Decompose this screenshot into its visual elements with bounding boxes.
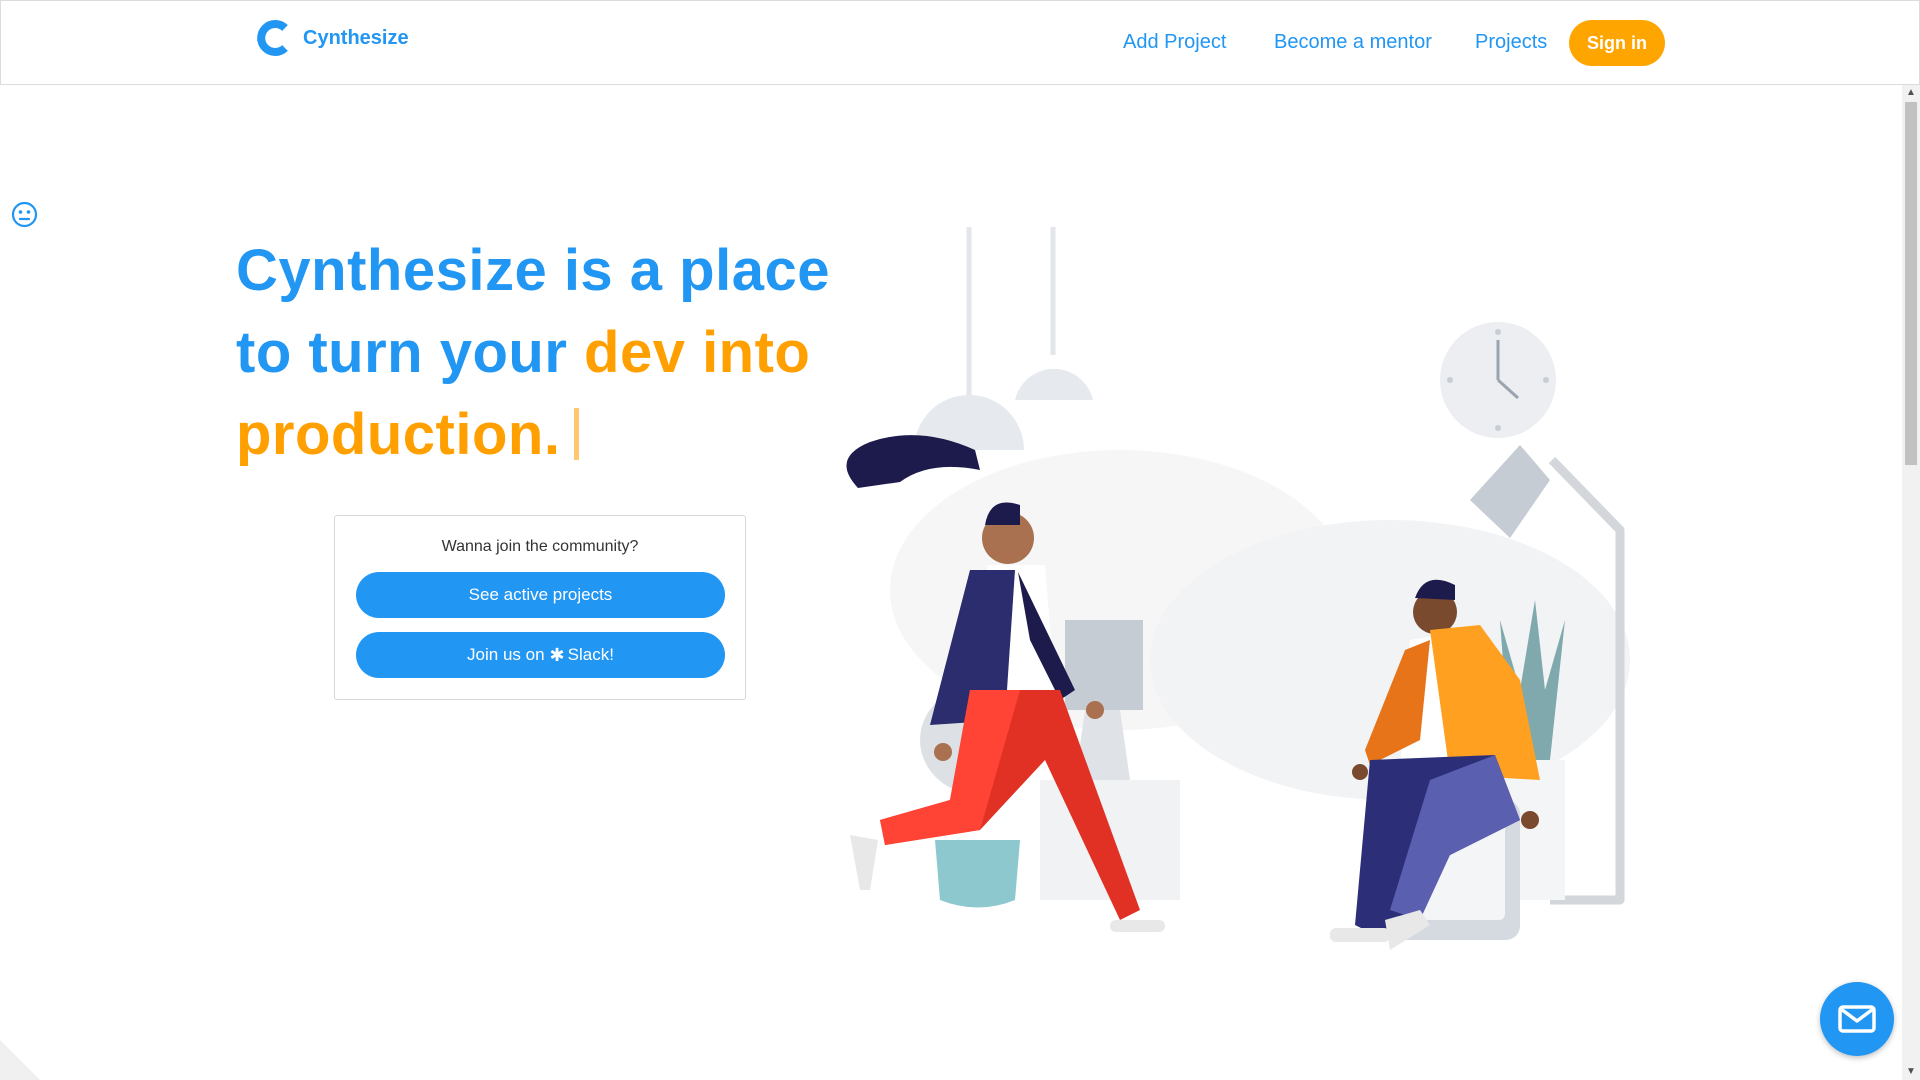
hero-heading: Cynthesize is a place to turn your dev i… [236,230,856,476]
nav-add-project[interactable]: Add Project [1123,31,1226,54]
wall-clock-icon [1440,322,1556,438]
hero-line-3-text: production. [236,402,561,467]
nav-become-mentor[interactable]: Become a mentor [1274,31,1432,54]
see-active-projects-button[interactable]: See active projects [356,572,725,618]
hero-line-2-orange: dev into [584,320,811,385]
contact-mail-button[interactable] [1820,982,1894,1056]
brand-name: Cynthesize [303,26,409,49]
hero-line-1: Cynthesize is a place [236,238,830,303]
join-slack-button[interactable]: Join us on ✱ Slack! [356,632,725,678]
hero-illustration [846,227,1630,950]
hanging-lamp-icon [914,227,1093,450]
community-title: Wanna join the community? [441,538,639,555]
smiley-face-icon[interactable] [11,201,38,228]
hero-line-2-blue: to turn your [236,320,585,385]
scroll-down-arrow-icon[interactable]: ▼ [1902,1064,1920,1080]
typing-cursor [574,408,580,460]
community-card: Wanna join the community? See active pro… [334,515,746,700]
hero-line-3: production. [236,394,856,476]
top-navbar: Cynthesize Add Project Become a mentor P… [0,0,1920,85]
join-slack-suffix: Slack! [567,645,614,664]
page-scrollbar[interactable]: ▲ ▼ [1902,85,1920,1080]
scrollbar-thumb[interactable] [1905,102,1917,465]
join-slack-prefix: Join us on [467,645,545,664]
nav-projects[interactable]: Projects [1475,31,1547,54]
cynthesize-logo-icon [257,20,288,56]
brand-logo[interactable]: Cynthesize [255,18,409,58]
scroll-up-arrow-icon[interactable]: ▲ [1902,85,1920,101]
slack-icon: ✱ [549,644,565,665]
corner-decoration [0,1040,40,1080]
sign-in-button[interactable]: Sign in [1569,20,1665,66]
hero-line-2: to turn your dev into [236,312,856,394]
mail-icon [1838,1005,1876,1033]
